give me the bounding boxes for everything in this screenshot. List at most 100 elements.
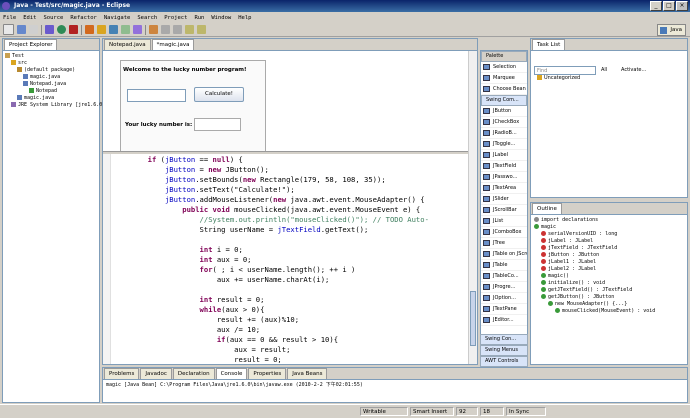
print-icon[interactable] [29, 25, 38, 34]
menu-window[interactable]: Window [211, 15, 231, 21]
new-java-project-icon[interactable] [85, 25, 94, 34]
new-package-icon[interactable] [97, 25, 106, 34]
palette-component[interactable]: JSlider [481, 194, 527, 205]
palette-component[interactable]: JTree [481, 238, 527, 249]
explorer-tree-item[interactable]: magic.java [5, 95, 97, 102]
tab-outline[interactable]: Outline [532, 203, 562, 214]
outline-item[interactable]: new MouseAdapter() {...} [534, 301, 684, 308]
task-find-input[interactable]: Find [534, 66, 596, 75]
palette-group[interactable]: Swing Con... [480, 334, 528, 345]
palette-component[interactable]: JTextPane [481, 304, 527, 315]
explorer-tree-item[interactable]: (default package) [5, 67, 97, 74]
calculate-button[interactable]: Calculate! [194, 87, 244, 102]
outline-item[interactable]: jLabel : JLabel [534, 238, 684, 245]
task-filter-all[interactable]: All [601, 67, 607, 73]
outline-item[interactable]: mouseClicked(MouseEvent) : void [534, 308, 684, 315]
tab-problems[interactable]: Problems [104, 368, 140, 379]
external-tools-icon[interactable] [69, 25, 78, 34]
tab-javadoc[interactable]: Javadoc [140, 368, 172, 379]
explorer-tree-item[interactable]: Notepad.java [5, 81, 97, 88]
debug-icon[interactable] [45, 25, 54, 34]
outline-item[interactable]: import declarations [534, 217, 684, 224]
tab-magic-java[interactable]: *magic.java [151, 39, 195, 50]
outline-item[interactable]: initialize() : void [534, 280, 684, 287]
palette-component[interactable]: JOption... [481, 293, 527, 304]
menu-file[interactable]: File [3, 15, 16, 21]
pencil-icon[interactable] [149, 25, 158, 34]
close-button[interactable]: × [676, 1, 688, 11]
outline-item[interactable]: jButton : JButton [534, 252, 684, 259]
explorer-tree-item[interactable]: src [5, 60, 97, 67]
palette-component[interactable]: JList [481, 216, 527, 227]
tab-project-explorer[interactable]: Project Explorer [4, 39, 58, 50]
palette-component[interactable]: JTableCo... [481, 271, 527, 282]
outline-item[interactable]: getJTextField() : JTextField [534, 287, 684, 294]
welcome-label[interactable]: Welcome to the lucky number program! [123, 67, 247, 73]
palette-component[interactable]: JLabel [481, 150, 527, 161]
palette-tool[interactable]: Selection [481, 62, 527, 73]
search-icon[interactable] [133, 25, 142, 34]
tab-notepad-java[interactable]: Notepad.java [104, 39, 151, 50]
tab-console[interactable]: Console [215, 368, 248, 379]
outline-item[interactable]: jLabel2 : JLabel [534, 266, 684, 273]
menu-navigate[interactable]: Navigate [104, 15, 131, 21]
explorer-tree-item[interactable]: Test [5, 53, 97, 60]
run-icon[interactable] [57, 25, 66, 34]
forward-icon[interactable] [197, 25, 206, 34]
outline-item[interactable]: magic() [534, 273, 684, 280]
perspective-switcher[interactable]: Java [657, 24, 686, 36]
name-text-field[interactable] [127, 89, 186, 102]
minimize-button[interactable]: _ [650, 1, 662, 11]
new-class-icon[interactable] [109, 25, 118, 34]
result-field[interactable] [194, 118, 241, 131]
menu-help[interactable]: Help [238, 15, 251, 21]
tab-java-beans[interactable]: Java Beans [287, 368, 328, 379]
editor-scroll-thumb[interactable] [470, 291, 476, 346]
menu-source[interactable]: Source [44, 15, 64, 21]
palette-component[interactable]: JComboBox [481, 227, 527, 238]
outline-item[interactable]: magic [534, 224, 684, 231]
task-filter-activate[interactable]: Activate... [621, 67, 646, 73]
palette-component[interactable]: JProgre... [481, 282, 527, 293]
back-icon[interactable] [185, 25, 194, 34]
palette-group-swing[interactable]: Swing Com... [481, 95, 527, 106]
menu-search[interactable]: Search [137, 15, 157, 21]
palette-tool[interactable]: Marquee [481, 73, 527, 84]
palette-group[interactable]: Swing Menus [480, 345, 528, 356]
task-category-uncategorized[interactable]: Uncategorized [537, 75, 580, 81]
outline-item[interactable]: jLabel1 : JLabel [534, 259, 684, 266]
palette-component[interactable]: JEditor... [481, 315, 527, 326]
palette-component[interactable]: JTextArea [481, 183, 527, 194]
editor-scrollbar[interactable] [468, 51, 477, 364]
outline-item[interactable]: serialVersionUID : long [534, 231, 684, 238]
explorer-tree-item[interactable]: JRE System Library [jre1.6.0] [5, 102, 105, 109]
source-editor[interactable]: if (jButton == null) { jButton = new JBu… [103, 154, 469, 364]
prev-annotation-icon[interactable] [161, 25, 170, 34]
palette-group[interactable]: AWT Controls [480, 356, 528, 367]
palette-component[interactable]: JTextField [481, 161, 527, 172]
explorer-tree-item[interactable]: magic.java [5, 74, 97, 81]
outline-item[interactable]: jTextField : JTextField [534, 245, 684, 252]
palette-component[interactable]: JTable on JScroll... [481, 249, 527, 260]
menu-project[interactable]: Project [164, 15, 187, 21]
result-label[interactable]: Your lucky number is: [125, 122, 192, 128]
tab-task-list[interactable]: Task List [532, 39, 566, 50]
palette-component[interactable]: JTable [481, 260, 527, 271]
menu-edit[interactable]: Edit [23, 15, 36, 21]
palette-component[interactable]: JRadioB... [481, 128, 527, 139]
palette-component[interactable]: JButton [481, 106, 527, 117]
palette-component[interactable]: JToggle... [481, 139, 527, 150]
explorer-tree-item[interactable]: Notepad [5, 88, 97, 95]
palette-title[interactable]: Palette [481, 51, 527, 62]
design-frame[interactable]: Welcome to the lucky number program! Cal… [120, 60, 266, 155]
tab-declaration[interactable]: Declaration [172, 368, 215, 379]
save-icon[interactable] [17, 25, 26, 34]
new-icon[interactable] [3, 24, 14, 35]
code-area[interactable]: if (jButton == null) { jButton = new JBu… [113, 155, 429, 364]
next-annotation-icon[interactable] [173, 25, 182, 34]
tab-properties[interactable]: Properties [248, 368, 287, 379]
outline-item[interactable]: getJButton() : JButton [534, 294, 684, 301]
open-type-icon[interactable] [121, 25, 130, 34]
palette-component[interactable]: JPasswo... [481, 172, 527, 183]
menu-refactor[interactable]: Refactor [70, 15, 97, 21]
